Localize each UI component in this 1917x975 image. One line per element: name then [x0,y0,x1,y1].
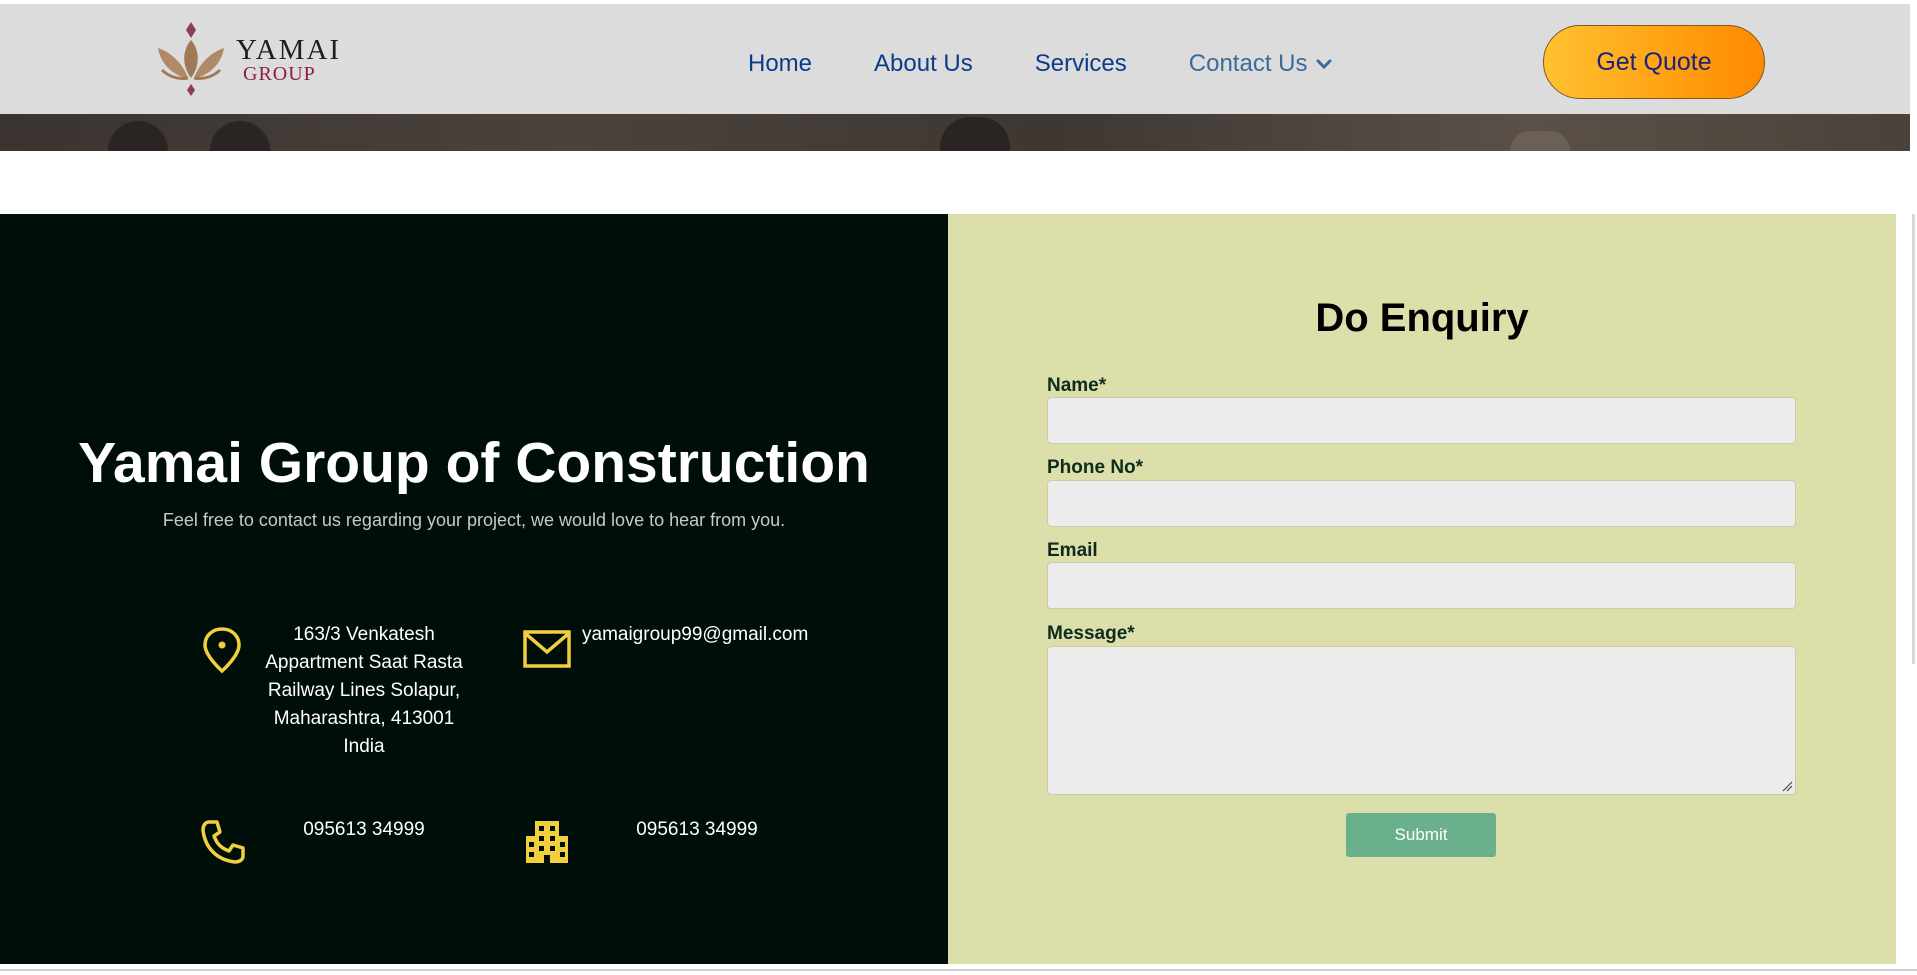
page-divider [0,969,1917,971]
email-label: Email [1047,540,1098,561]
nav-home-link[interactable]: Home [748,50,812,78]
site-header: YAMAI GROUP Home About Us Services Conta… [0,4,1910,114]
contact-info-panel [0,214,948,964]
chevron-down-icon [1316,59,1331,70]
submit-button[interactable]: Submit [1346,813,1496,857]
message-textarea[interactable] [1047,646,1796,795]
nav-services-link[interactable]: Services [1035,50,1127,78]
map-pin-icon [203,627,241,674]
address-line: Maharashtra, 413001 [273,708,455,729]
name-input[interactable] [1047,397,1796,444]
message-label: Message* [1047,623,1135,644]
logo-text-secondary: GROUP [243,63,316,85]
address-line: Railway Lines Solapur, [267,680,461,701]
scrollbar[interactable] [1912,214,1915,664]
phone-icon [201,820,245,864]
nav-contact-dropdown[interactable]: Contact Us [1189,50,1332,78]
page: YAMAI GROUP Home About Us Services Conta… [0,0,1917,975]
logo[interactable]: YAMAI GROUP [152,18,342,98]
phone-label: Phone No* [1047,457,1144,478]
phone-number[interactable]: 095613 34999 [284,816,444,844]
address-block: 163/3 Venkatesh Appartment Saat Rasta Ra… [244,621,484,761]
name-label: Name* [1047,375,1107,396]
lotus-logo-icon [158,22,224,96]
office-phone-number[interactable]: 095613 34999 [617,816,777,844]
hero-image-detail [1510,131,1570,151]
main-nav: Home About Us Services Contact Us [748,50,1332,78]
hero-image-detail [940,117,1010,151]
phone-input[interactable] [1047,480,1796,527]
address-line: Appartment Saat Rasta [265,652,463,673]
building-icon [526,821,568,863]
resize-handle-icon[interactable] [1781,780,1793,792]
hero-image-strip [0,114,1910,151]
contact-subtitle: Feel free to contact us regarding your p… [162,510,786,530]
company-title: Yamai Group of Construction [78,431,870,495]
nav-contact-label: Contact Us [1188,50,1308,77]
email-text[interactable]: yamaigroup99@gmail.com [582,621,808,649]
hero-image-detail [108,121,168,151]
get-quote-button[interactable]: Get Quote [1543,25,1765,99]
hero-image-detail [210,121,270,151]
address-line: 163/3 Venkatesh [293,624,435,645]
enquiry-title: Do Enquiry [1315,296,1529,340]
nav-about-link[interactable]: About Us [874,50,973,78]
address-line: India [343,736,385,757]
envelope-icon [523,630,571,668]
email-input[interactable] [1047,562,1796,609]
